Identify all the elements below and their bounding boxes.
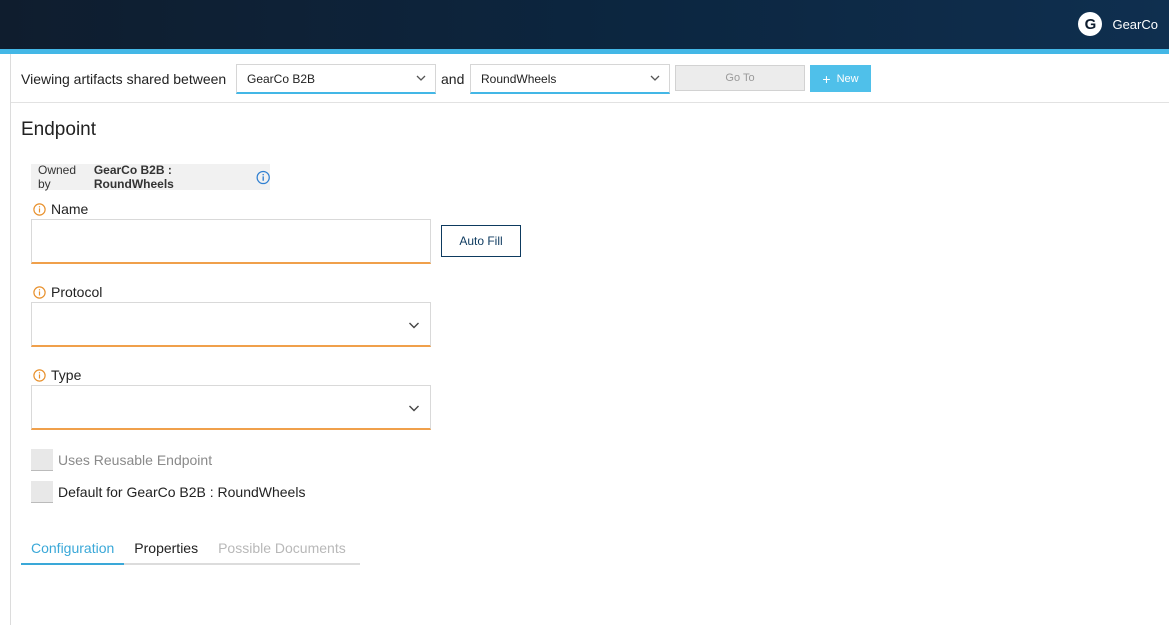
protocol-label-text: Protocol [51,284,103,300]
chevron-down-icon [409,405,419,412]
filter-label: Viewing artifacts shared between [21,71,227,87]
owner-name: GearCo B2B : RoundWheels [93,163,174,191]
left-divider [10,54,11,625]
default-endpoint-option[interactable]: Default for GearCo B2B : RoundWheels [31,481,305,503]
owner-badge: Owned by GearCo B2B : RoundWheels [31,163,270,191]
info-icon[interactable] [256,170,270,185]
name-input[interactable] [31,219,431,264]
user-menu[interactable]: G GearCo [1078,12,1158,36]
user-name[interactable]: GearCo [1112,17,1158,32]
name-field-label: Name [33,201,88,217]
reusable-endpoint-checkbox [31,449,53,471]
chevron-down-icon [409,322,419,329]
tab-possible-documents: Possible Documents [218,540,346,556]
partner-a-select[interactable]: GearCo B2B [236,64,436,94]
warning-icon [33,202,46,216]
new-button-label: New [836,72,859,85]
endpoint-tabs: Configuration Properties Possible Docume… [21,540,360,565]
new-button[interactable]: + New [810,65,871,92]
tab-configuration[interactable]: Configuration [21,540,125,565]
default-endpoint-checkbox[interactable] [31,481,53,503]
page-title: Endpoint [21,119,97,140]
partner-a-value: GearCo B2B [247,72,316,86]
partner-b-value: RoundWheels [481,72,557,86]
partner-filter-bar: Viewing artifacts shared between GearCo … [11,54,1169,103]
partner-b-select[interactable]: RoundWheels [470,64,670,94]
reusable-endpoint-option: Uses Reusable Endpoint [31,449,212,471]
type-label-text: Type [51,367,82,383]
chevron-down-icon [416,75,426,81]
reusable-endpoint-label: Uses Reusable Endpoint [58,452,213,468]
warning-icon [33,368,46,382]
owner-prefix: Owned by [38,163,77,191]
warning-icon [33,285,46,299]
default-endpoint-label: Default for GearCo B2B : RoundWheels [58,484,306,500]
protocol-field-label: Protocol [33,284,102,300]
protocol-select[interactable] [31,302,431,347]
app-header: G GearCo [0,0,1169,49]
tab-properties[interactable]: Properties [124,540,208,563]
type-select[interactable] [31,385,431,430]
and-label: and [441,71,465,87]
type-field-label: Type [33,367,81,383]
plus-icon: + [822,70,831,87]
auto-fill-button[interactable]: Auto Fill [441,225,521,257]
avatar[interactable]: G [1078,12,1103,36]
chevron-down-icon [650,75,660,81]
name-label-text: Name [51,201,89,217]
goto-button[interactable]: Go To [675,65,805,91]
